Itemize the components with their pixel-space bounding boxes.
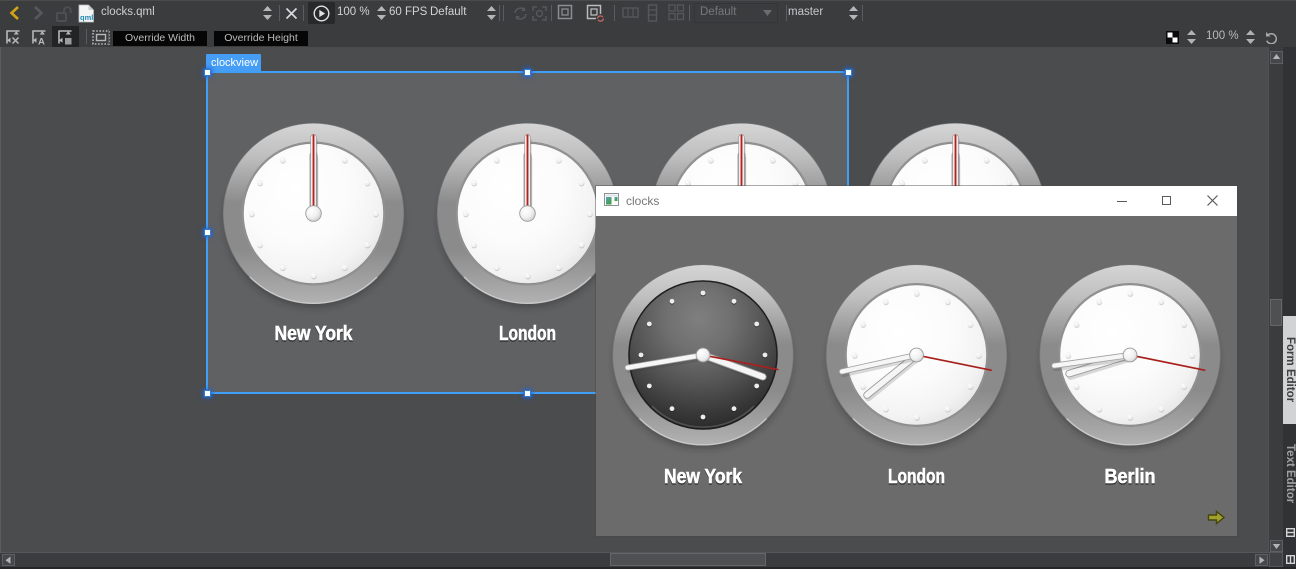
svg-text:London: London (888, 466, 945, 488)
svg-text:New York: New York (664, 466, 743, 488)
svg-text:A: A (38, 37, 45, 47)
svg-text:Berlin: Berlin (1105, 466, 1156, 488)
svg-text:qml: qml (80, 13, 93, 22)
